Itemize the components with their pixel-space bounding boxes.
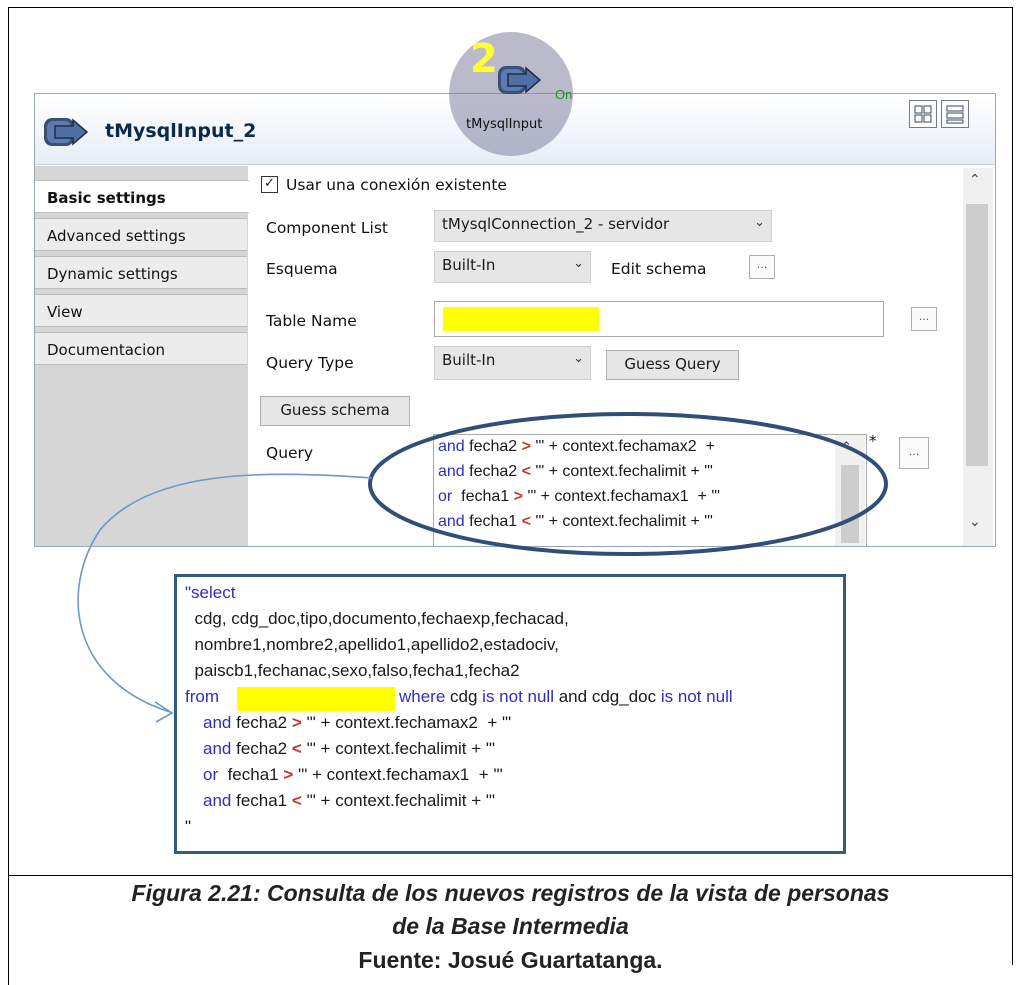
- code-line: and fecha2 < '" + context.fechalimit + "…: [203, 739, 496, 758]
- code-line: nombre1,nombre2,apellido1,apellido2,esta…: [185, 635, 559, 654]
- query-scroll-thumb[interactable]: [841, 465, 859, 543]
- arrow-head-icon: [154, 701, 174, 723]
- table-name-label: Table Name: [266, 312, 357, 330]
- code-line: ": [185, 817, 192, 836]
- list-layout-icon[interactable]: [941, 100, 969, 128]
- tab-dynamic-settings[interactable]: Dynamic settings: [35, 256, 247, 289]
- badge-number: 2: [470, 36, 498, 82]
- code-line: paiscb1,fechanac,sexo,falso,fecha1,fecha…: [185, 661, 520, 680]
- figure-frame-right: [1012, 7, 1013, 965]
- query-line: and fecha1 < '" + context.fechalimit + "…: [438, 513, 713, 530]
- chevron-down-icon: ⌄: [573, 256, 584, 271]
- redacted-highlight: [443, 307, 599, 331]
- badge-connector: On: [555, 87, 573, 102]
- code-line: cdg, cdg_doc,tipo,documento,fechaexp,fec…: [185, 609, 569, 628]
- settings-tab-list: Basic settings Advanced settings Dynamic…: [35, 166, 249, 546]
- guess-query-button[interactable]: Guess Query: [606, 350, 739, 380]
- query-type-select[interactable]: Built-In ⌄: [434, 346, 591, 380]
- component-list-label: Component List: [266, 219, 389, 237]
- schema-value: Built-In: [442, 256, 496, 274]
- code-line: "select: [185, 583, 236, 602]
- query-type-value: Built-In: [442, 351, 496, 369]
- code-line-where: where cdg is not null and cdg_doc is not…: [399, 687, 733, 706]
- edit-schema-label: Edit schema: [611, 260, 707, 278]
- badge-label: tMysqlInput: [466, 117, 543, 132]
- query-editor-button[interactable]: ...: [899, 437, 929, 469]
- figure-caption-cont: de la Base Intermedia: [392, 913, 629, 939]
- query-scrollbar[interactable]: ⌃: [835, 435, 865, 546]
- tab-advanced-settings[interactable]: Advanced settings: [35, 218, 247, 251]
- guess-schema-button[interactable]: Guess schema: [260, 396, 410, 426]
- redacted-highlight: [237, 687, 395, 711]
- query-editor[interactable]: and fecha2 > '" + context.fechamax2 + an…: [433, 434, 867, 546]
- component-settings-window: tMysqlInput_2 Basic settings Advanced se…: [34, 93, 996, 547]
- chevron-up-icon[interactable]: ⌃: [969, 172, 987, 190]
- figure-frame-left: [8, 7, 9, 985]
- chevron-down-icon: ⌄: [573, 351, 584, 366]
- code-line-from: from: [185, 687, 219, 706]
- grid-layout-icon[interactable]: [909, 100, 937, 128]
- query-line: or fecha1 > '" + context.fechamax1 + "': [438, 488, 721, 505]
- figure-source: Fuente: Josué Guartatanga.: [358, 947, 663, 973]
- query-type-label: Query Type: [266, 354, 354, 372]
- schema-select[interactable]: Built-In ⌄: [434, 251, 591, 283]
- code-line: and fecha1 < '" + context.fechalimit + "…: [203, 791, 496, 810]
- tab-documentacion[interactable]: Documentacion: [35, 332, 247, 365]
- tab-basic-settings[interactable]: Basic settings: [35, 180, 249, 213]
- schema-label: Esquema: [266, 260, 338, 278]
- code-line: or fecha1 > '" + context.fechamax1 + "': [203, 765, 503, 784]
- component-list-value: tMysqlConnection_2 - servidor: [442, 215, 670, 233]
- edit-schema-button[interactable]: ...: [749, 255, 775, 279]
- chevron-down-icon: ⌄: [754, 215, 765, 230]
- component-list-select[interactable]: tMysqlConnection_2 - servidor ⌄: [434, 210, 772, 242]
- talend-component-icon: [44, 118, 89, 146]
- chevron-down-icon[interactable]: ⌄: [969, 514, 987, 532]
- chevron-up-icon: ⌃: [841, 439, 852, 454]
- code-line: and fecha2 > '" + context.fechamax2 + "': [203, 713, 512, 732]
- window-title: tMysqlInput_2: [105, 120, 257, 142]
- query-line: and fecha2 < '" + context.fechalimit + "…: [438, 463, 713, 480]
- tab-view[interactable]: View: [35, 294, 247, 327]
- query-line: and fecha2 > '" + context.fechamax2 +: [438, 438, 720, 455]
- caption-separator: [8, 875, 1013, 876]
- modified-marker: *: [869, 432, 877, 450]
- table-name-browse-button[interactable]: ...: [911, 307, 937, 331]
- table-name-input[interactable]: [434, 301, 884, 337]
- query-code-callout: "select cdg, cdg_doc,tipo,documento,fech…: [174, 574, 846, 854]
- talend-component-icon: [498, 66, 542, 94]
- figure-caption: Figura 2.21: Consulta de los nuevos regi…: [131, 880, 890, 906]
- use-existing-connection-label: Usar una conexión existente: [286, 176, 507, 194]
- query-label: Query: [266, 444, 314, 462]
- figure-frame-top: [8, 7, 1013, 8]
- panel-scroll-thumb[interactable]: [966, 204, 988, 466]
- use-existing-connection-checkbox[interactable]: ✓: [261, 176, 278, 193]
